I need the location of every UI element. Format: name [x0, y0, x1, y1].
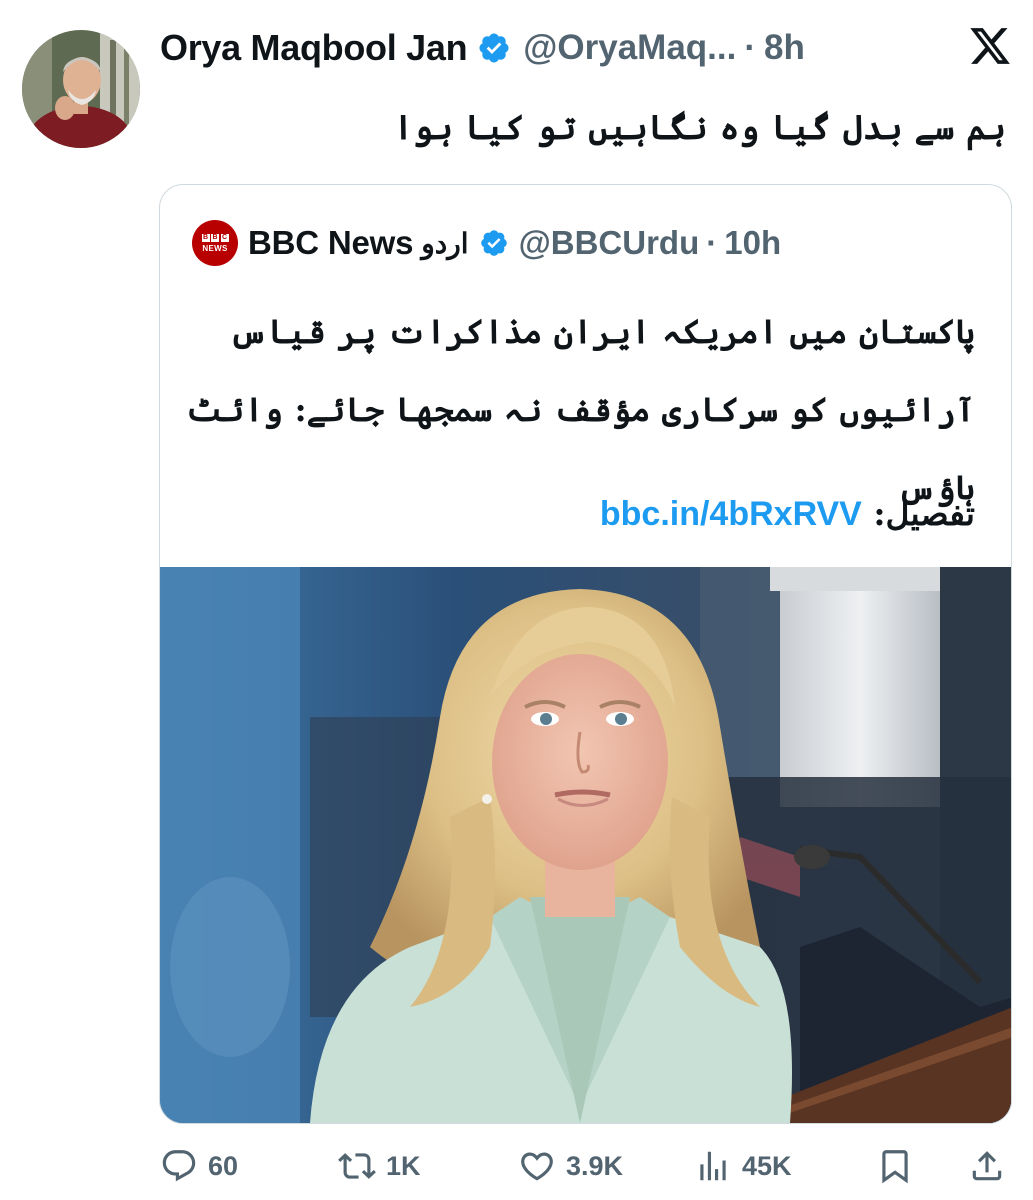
tweet-header: Orya Maqbool Jan @OryaMaq... · 8h	[160, 26, 805, 70]
separator-dot: ·	[744, 28, 756, 67]
bbc-news-logo[interactable]: B B C NEWS	[192, 220, 238, 266]
bbc-block: B	[211, 233, 219, 242]
reply-button[interactable]: 60	[160, 1144, 238, 1188]
tweet-actions: 60 1K 3.9K 45K	[160, 1144, 1012, 1188]
views-button[interactable]: 45K	[694, 1144, 792, 1188]
retweet-button[interactable]: 1K	[338, 1144, 421, 1188]
quoted-tweet-card[interactable]: B B C NEWS BBC News اردو @BBCUrdu · 10h …	[159, 184, 1012, 1124]
quoted-author-handle[interactable]: @BBCUrdu	[519, 224, 700, 262]
press-briefing-photo	[160, 567, 1011, 1123]
views-count: 45K	[742, 1150, 792, 1181]
like-button[interactable]: 3.9K	[518, 1144, 623, 1188]
author-avatar[interactable]	[22, 30, 140, 148]
quoted-author-name[interactable]: BBC News	[248, 224, 413, 262]
verified-badge-icon	[480, 230, 507, 256]
quoted-author-name-urdu[interactable]: اردو	[421, 227, 468, 260]
bookmark-icon	[882, 1150, 908, 1184]
quoted-tweet-header: B B C NEWS BBC News اردو @BBCUrdu · 10h	[192, 220, 781, 266]
like-count: 3.9K	[566, 1150, 624, 1181]
views-chart-icon	[700, 1151, 726, 1181]
reply-icon	[162, 1150, 196, 1182]
share-button[interactable]	[968, 1144, 1006, 1188]
bbc-block: B	[201, 233, 210, 242]
bookmark-button[interactable]	[876, 1144, 914, 1188]
tweet-text: ہم سے بدل گیا وہ نگاہیں تو کیا ہوا	[393, 108, 1006, 148]
verified-badge-icon	[479, 33, 509, 63]
heart-icon	[521, 1152, 553, 1181]
tweet-time[interactable]: 8h	[764, 28, 805, 68]
quoted-tweet-time[interactable]: 10h	[724, 224, 781, 262]
retweet-count: 1K	[386, 1150, 421, 1181]
separator-dot: ·	[706, 224, 718, 261]
bbc-news-label: NEWS	[202, 243, 228, 253]
retweet-icon	[338, 1153, 376, 1179]
x-logo-icon[interactable]	[968, 24, 1012, 68]
detail-label: تفصیل:	[861, 494, 975, 533]
author-handle[interactable]: @OryaMaq...	[523, 28, 736, 68]
share-icon	[972, 1151, 1002, 1181]
article-link[interactable]: bbc.in/4bRxRVV	[600, 495, 862, 533]
author-name[interactable]: Orya Maqbool Jan	[160, 27, 468, 69]
bbc-block: C	[220, 233, 229, 242]
reply-count: 60	[208, 1150, 239, 1181]
quoted-tweet-image[interactable]	[160, 567, 1011, 1123]
quoted-tweet-detail: تفصیل: bbc.in/4bRxRVV	[600, 479, 975, 556]
bbc-blocks: B B C	[201, 233, 229, 242]
